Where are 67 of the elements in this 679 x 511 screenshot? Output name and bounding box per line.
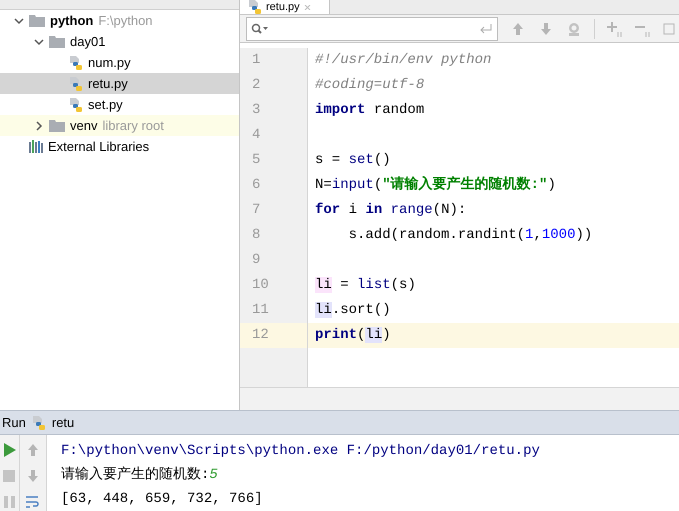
stop-icon[interactable] [2,468,18,484]
code-line: N=input("请输入要产生的随机数:") [315,175,556,195]
play-icon[interactable] [2,442,18,458]
console-line: [63, 448, 659, 732, 766] [61,490,263,508]
tree-row[interactable]: set.py [0,94,239,115]
line-number: 1 [252,51,260,70]
tree-detail: F:\python [98,12,153,30]
editor-tab[interactable]: retu.py [240,0,330,14]
arrow-down-icon[interactable] [25,468,41,484]
search-icon[interactable] [251,22,269,34]
code-line: s.add(random.randint(1,1000)) [348,226,592,245]
code-line: li.sort() [315,301,391,320]
tree-label: set.py [88,96,123,114]
code-line: #!/usr/bin/env python [315,51,492,70]
line-number: 5 [252,151,260,170]
arrow-up-icon[interactable] [25,442,41,458]
libraries-icon [29,140,43,153]
console-line: 请输入要产生的随机数:5 [61,465,218,484]
soft-wrap-icon[interactable] [25,494,41,510]
tree-label: External Libraries [48,138,150,156]
tree-row[interactable]: retu.py [0,73,239,94]
code-line: import random [315,101,424,120]
chevron-down-icon[interactable] [34,36,44,46]
run-title: Run [2,414,26,432]
folder-icon [29,14,45,27]
tree-row[interactable]: day01 [0,31,239,52]
line-number: 6 [252,176,260,195]
console-line: F:\python\venv\Scripts\python.exe F:/python/day01/retu.py [61,442,540,460]
python-file-icon [32,414,46,431]
tree-detail: library root [102,116,164,135]
line-number: 9 [252,251,260,270]
line-number: 12 [252,326,269,345]
code-line: s = set() [315,151,391,170]
pause-icon[interactable] [2,494,18,510]
folder-icon [49,119,65,132]
tree-label: venv [70,116,98,135]
tree-row[interactable]: python F:\python [0,10,239,31]
search-field[interactable] [246,16,498,40]
line-number: 8 [252,226,260,245]
add-selection-icon[interactable] [607,20,623,36]
line-number: 11 [252,301,269,320]
tree-label: num.py [88,54,131,72]
tree-label: python [50,12,94,30]
line-number: 10 [252,276,269,295]
line-number: 2 [252,76,260,95]
tab-label: retu.py [266,0,300,14]
tree-row[interactable]: num.py [0,52,239,73]
chevron-right-icon[interactable] [34,120,44,130]
tree-row[interactable]: venv library root [0,115,239,136]
code-line: #coding=utf-8 [315,76,424,95]
line-number: 3 [252,101,260,120]
python-file-icon [69,96,83,112]
tree-label: retu.py [88,74,128,93]
line-number: 7 [252,201,260,220]
code-line: print(li) [315,326,391,345]
code-line: for i in range(N): [315,201,466,220]
folder-icon [49,35,65,48]
code-line: li = list(s) [315,276,416,295]
tree-row[interactable]: External Libraries [0,136,239,157]
enter-icon [479,22,494,34]
run-config-name: retu [52,414,74,432]
tree-label: day01 [70,32,106,51]
close-icon[interactable] [304,4,311,10]
chevron-down-icon[interactable] [14,16,24,26]
python-file-icon [69,76,83,92]
line-number: 4 [252,126,260,145]
python-file-icon [69,54,83,70]
